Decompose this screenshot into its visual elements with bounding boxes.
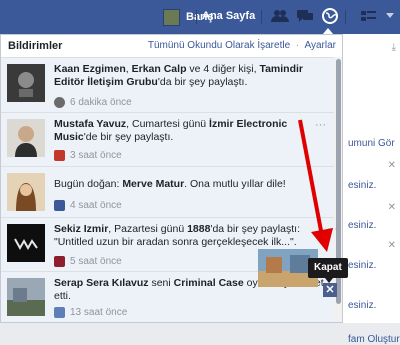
right-column-text: esiniz. <box>348 180 377 191</box>
close-icon[interactable]: ✕ <box>388 240 396 251</box>
notification-text: Mustafa Yavuz, Cumartesi günü İzmir Elec… <box>54 118 288 143</box>
dropdown-arrow-icon[interactable] <box>386 13 394 18</box>
close-tooltip: Kapat <box>308 258 348 278</box>
notification-thumbnail <box>7 278 45 316</box>
download-icon[interactable]: ⤓ <box>392 42 396 53</box>
messages-icon[interactable] <box>295 6 315 26</box>
notification-item[interactable]: Kaan Ezgimen, Erkan Calp ve 4 diğer kişi… <box>1 58 334 113</box>
right-column-text: esiniz. <box>348 220 377 231</box>
right-column-text[interactable]: umuni Gör <box>348 138 395 149</box>
game-icon <box>54 307 65 318</box>
divider <box>345 10 346 24</box>
more-options-icon[interactable]: ··· <box>327 223 338 235</box>
timestamp: 3 saat önce <box>70 150 122 161</box>
top-bar: Barış Ana Sayfa <box>0 0 400 34</box>
notification-thumbnail <box>7 64 45 102</box>
notification-thumbnail <box>7 119 45 157</box>
timestamp: 13 saat önce <box>70 307 128 318</box>
facebook-icon <box>54 200 65 211</box>
notification-meta: 4 saat önce <box>54 200 122 211</box>
skull-icon <box>54 97 65 108</box>
right-column: ⤓ umuni Gör ✕ esiniz. ✕ esiniz. ✕ esiniz… <box>340 34 400 345</box>
timestamp: 5 saat önce <box>70 256 122 267</box>
right-column-text: esiniz. <box>348 260 377 271</box>
notification-item[interactable]: Mustafa Yavuz, Cumartesi günü İzmir Elec… <box>1 113 334 167</box>
privacy-icon[interactable] <box>359 6 379 26</box>
close-icon[interactable]: ✕ <box>388 160 396 171</box>
cup-icon <box>54 150 65 161</box>
globe-icon[interactable] <box>320 6 340 26</box>
wine-icon <box>54 256 65 267</box>
notification-meta: 3 saat önce <box>54 150 122 161</box>
divider <box>196 10 197 24</box>
home-link[interactable]: Ana Sayfa <box>202 10 255 22</box>
panel-actions: Tümünü Okundu Olarak İşaretle · Ayarlar <box>148 40 336 51</box>
timestamp: 4 saat önce <box>70 200 122 211</box>
divider <box>261 10 262 24</box>
notification-thumbnail <box>7 224 45 262</box>
panel-title: Bildirimler <box>8 40 63 52</box>
right-column-text[interactable]: fam Oluştur <box>348 334 400 345</box>
notification-thumbnail <box>7 173 45 211</box>
notification-meta: 6 dakika önce <box>54 97 132 108</box>
notification-meta: 13 saat önce <box>54 307 127 318</box>
right-column-text: esiniz. <box>348 300 377 311</box>
notification-text: Kaan Ezgimen, Erkan Calp ve 4 diğer kişi… <box>54 63 303 88</box>
close-icon[interactable]: ✕ <box>388 202 396 213</box>
notification-meta: 5 saat önce <box>54 256 122 267</box>
panel-header: Bildirimler Tümünü Okundu Olarak İşaretl… <box>1 35 342 58</box>
mark-all-read-link[interactable]: Tümünü Okundu Olarak İşaretle <box>148 40 290 51</box>
more-options-icon[interactable]: ··· <box>315 119 326 131</box>
friend-requests-icon[interactable] <box>270 6 290 26</box>
avatar <box>163 8 180 26</box>
tooltip-arrow <box>325 278 333 283</box>
separator: · <box>295 40 300 51</box>
notification-text: Sekiz Izmir, Pazartesi günü 1888'da bir … <box>54 223 300 248</box>
notification-text: Bugün doğan: Merve Matur. Ona mutlu yıll… <box>54 178 286 190</box>
timestamp: 6 dakika önce <box>70 97 132 108</box>
close-icon[interactable]: ✕ <box>323 283 337 297</box>
settings-link[interactable]: Ayarlar <box>305 40 337 51</box>
notification-item[interactable]: Bugün doğan: Merve Matur. Ona mutlu yıll… <box>1 167 334 218</box>
